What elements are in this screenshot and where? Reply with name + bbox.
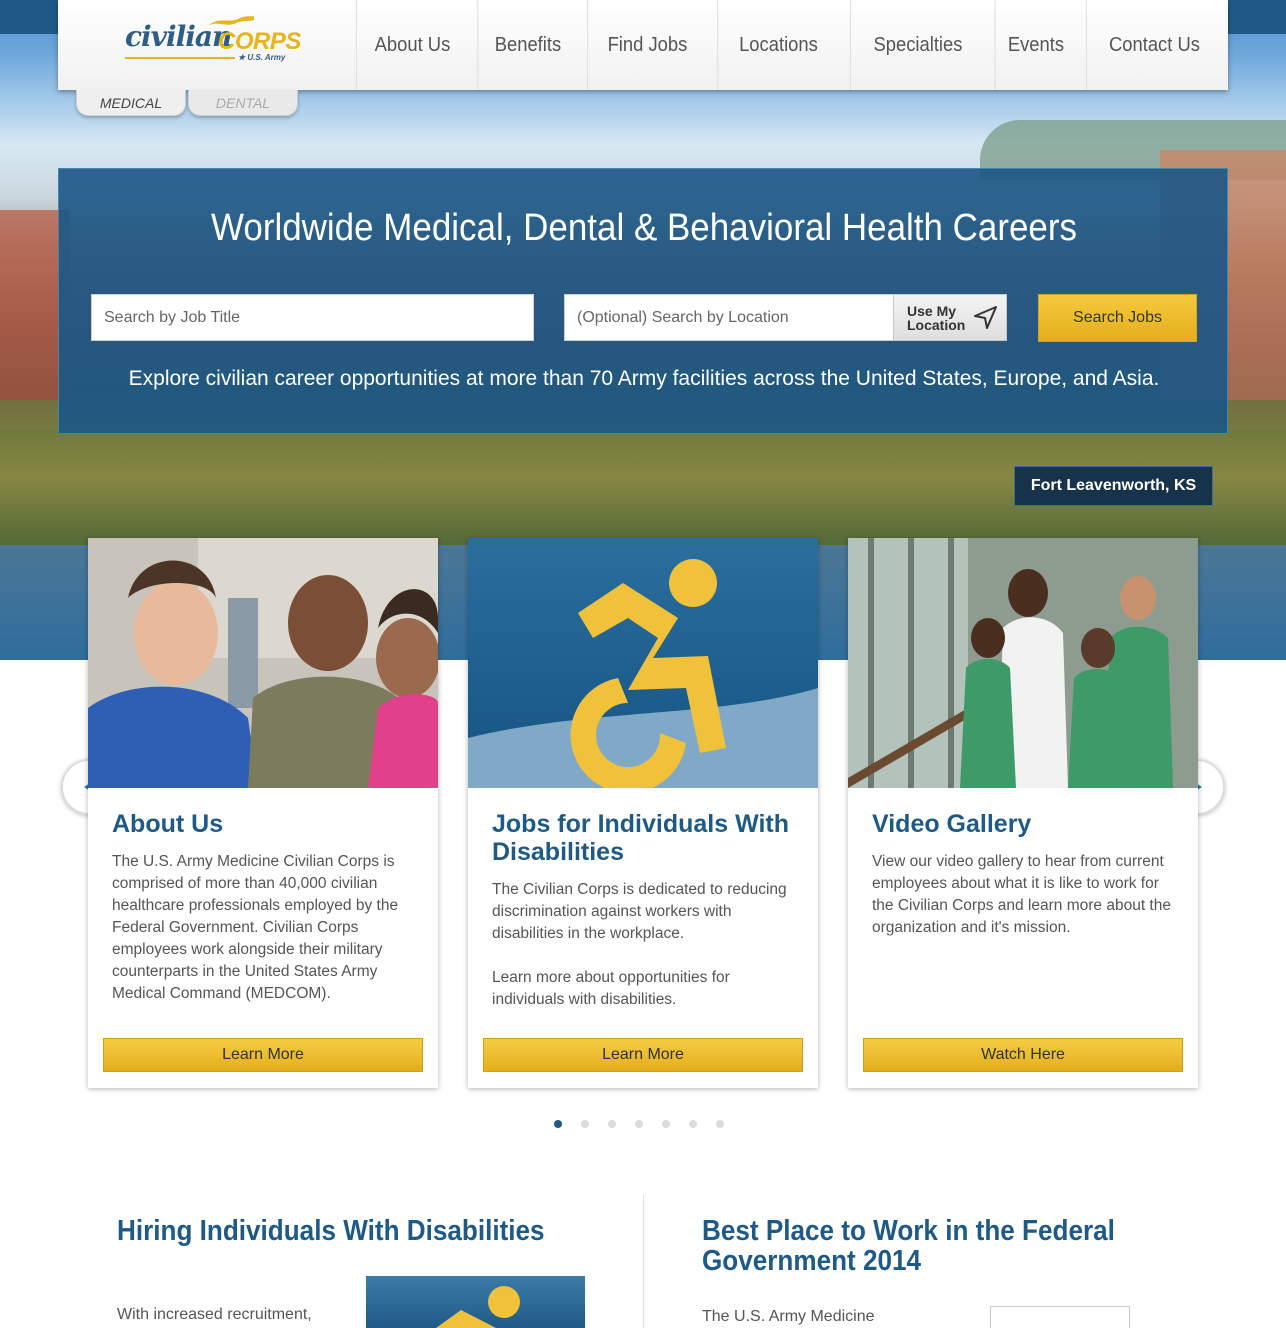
award-badge-frame — [990, 1306, 1130, 1328]
card-text: The U.S. Army Medicine Civilian Corps is… — [112, 853, 399, 1002]
use-my-location-label: Use My Location — [907, 303, 966, 333]
hiring-section-text: With increased recruitment, — [117, 1306, 312, 1323]
nav-events[interactable]: Events — [994, 0, 1077, 90]
nav-locations[interactable]: Locations — [717, 0, 838, 90]
card-disabilities: Jobs for Individuals With Disabilities T… — [468, 538, 818, 1088]
location-arrow-icon — [974, 306, 997, 329]
search-jobs-button[interactable]: Search Jobs — [1038, 294, 1197, 342]
carousel-dots — [554, 1120, 743, 1128]
logo-underline — [125, 57, 235, 59]
nav-find-jobs[interactable]: Find Jobs — [587, 0, 707, 90]
section-divider — [643, 1195, 644, 1328]
nav-about-us[interactable]: About Us — [355, 0, 468, 90]
site-header: civilian CORPS ★ U.S. Army About Us Bene… — [58, 0, 1228, 90]
carousel-dot[interactable] — [581, 1120, 589, 1128]
card-title: Jobs for Individuals With Disabilities — [492, 810, 790, 866]
accessibility-icon — [436, 1286, 520, 1328]
carousel-dot[interactable] — [689, 1120, 697, 1128]
hiring-section-title: Hiring Individuals With Disabilities — [117, 1215, 545, 1247]
logo-corps: CORPS — [218, 28, 301, 55]
learn-more-button[interactable]: Learn More — [483, 1038, 803, 1072]
watch-here-button[interactable]: Watch Here — [863, 1038, 1183, 1072]
card-video-gallery: Video Gallery View our video gallery to … — [848, 538, 1198, 1088]
nav-contact-us[interactable]: Contact Us — [1085, 0, 1222, 90]
card-image-accessibility — [468, 538, 818, 788]
tab-dental[interactable]: DENTAL — [188, 90, 298, 116]
nav-benefits[interactable]: Benefits — [477, 0, 577, 90]
card-title: Video Gallery — [872, 810, 1032, 838]
main-nav: About Us Benefits Find Jobs Locations Sp… — [351, 0, 1228, 90]
card-image-video-gallery — [848, 538, 1198, 788]
hiring-section-image[interactable] — [366, 1276, 585, 1328]
job-title-input[interactable] — [91, 294, 534, 341]
location-input[interactable] — [564, 294, 894, 341]
carousel-dot[interactable] — [554, 1120, 562, 1128]
carousel-dot[interactable] — [635, 1120, 643, 1128]
nav-specialties[interactable]: Specialties — [849, 0, 985, 90]
location-badge: Fort Leavenworth, KS — [1014, 466, 1213, 506]
card-title: About Us — [112, 810, 224, 838]
tab-medical[interactable]: MEDICAL — [76, 90, 186, 116]
job-search-panel: Worldwide Medical, Dental & Behavioral H… — [58, 168, 1228, 434]
logo-army: ★ U.S. Army — [238, 53, 286, 62]
carousel-dot[interactable] — [608, 1120, 616, 1128]
card-text: The Civilian Corps is dedicated to reduc… — [492, 881, 787, 1008]
best-place-section-title: Best Place to Work in the Federal Govern… — [702, 1215, 1115, 1277]
logo-word: civilian — [125, 20, 232, 53]
site-tabs: MEDICAL DENTAL — [76, 90, 300, 116]
card-image-medical-staff — [88, 538, 438, 788]
card-about-us: About Us The U.S. Army Medicine Civilian… — [88, 538, 438, 1088]
carousel-dot[interactable] — [662, 1120, 670, 1128]
hero-subtitle: Explore civilian career opportunities at… — [128, 367, 1160, 390]
use-my-location-button[interactable]: Use My Location — [893, 294, 1007, 341]
best-place-section-text: The U.S. Army Medicine — [702, 1308, 875, 1325]
card-text: View our video gallery to hear from curr… — [872, 853, 1171, 936]
learn-more-button[interactable]: Learn More — [103, 1038, 423, 1072]
carousel-dot[interactable] — [716, 1120, 724, 1128]
hero-title: Worldwide Medical, Dental & Behavioral H… — [211, 207, 1077, 249]
site-logo[interactable]: civilian CORPS ★ U.S. Army — [58, 0, 351, 90]
